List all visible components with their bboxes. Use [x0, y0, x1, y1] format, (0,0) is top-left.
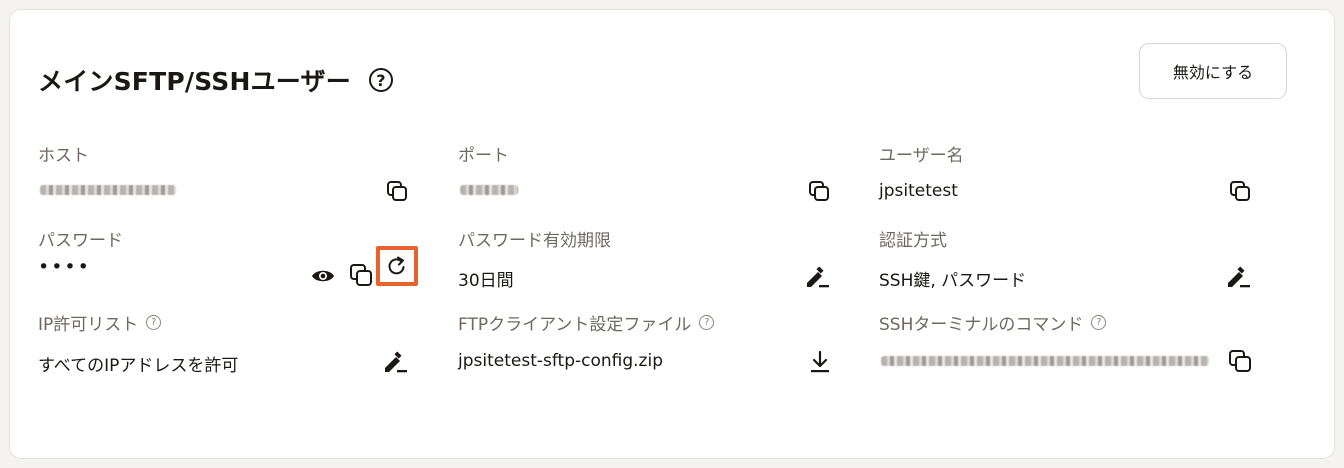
username-value: jpsitetest — [879, 181, 958, 201]
disable-button[interactable]: 無効にする — [1139, 43, 1287, 99]
help-icon[interactable]: ? — [1091, 315, 1107, 330]
help-icon[interactable]: ? — [368, 68, 393, 92]
copy-icon[interactable] — [348, 262, 374, 288]
eye-icon[interactable] — [310, 263, 336, 289]
password-expiry-value: 30日間 — [458, 271, 514, 291]
help-icon[interactable]: ? — [699, 315, 715, 330]
ip-allowlist-label: IP許可リスト ? — [38, 310, 162, 335]
password-label: パスワード — [38, 231, 123, 251]
host-value-redacted — [40, 185, 176, 195]
password-expiry-label: パスワード有効期限 — [458, 231, 611, 251]
port-label: ポート — [458, 146, 509, 166]
ftp-config-value: jpsitetest-sftp-config.zip — [458, 351, 663, 371]
download-icon[interactable] — [807, 349, 833, 375]
edit-icon[interactable] — [382, 349, 408, 375]
auth-method-label: 認証方式 — [879, 231, 947, 251]
ip-allowlist-label-text: IP許可リスト — [38, 315, 139, 335]
ip-allowlist-value: すべてのIPアドレスを許可 — [38, 356, 239, 376]
ssh-command-value-redacted — [881, 356, 1209, 366]
ssh-command-label: SSHターミナルのコマンド ? — [879, 310, 1107, 335]
page-title: メインSFTP/SSHユーザー — [38, 67, 351, 96]
highlight-box — [376, 246, 418, 286]
host-label: ホスト — [38, 146, 89, 166]
auth-method-value: SSH鍵, パスワード — [879, 271, 1027, 291]
edit-icon[interactable] — [804, 264, 830, 290]
copy-icon[interactable] — [1227, 348, 1253, 374]
edit-icon[interactable] — [1225, 264, 1251, 290]
ftp-config-label-text: FTPクライアント設定ファイル — [458, 315, 692, 335]
password-value: •••• — [38, 256, 91, 278]
help-icon[interactable]: ? — [146, 315, 162, 330]
copy-icon[interactable] — [1227, 178, 1253, 204]
copy-icon[interactable] — [806, 178, 832, 204]
ftp-config-label: FTPクライアント設定ファイル ? — [458, 310, 715, 335]
username-label: ユーザー名 — [879, 146, 964, 166]
title-row: メインSFTP/SSHユーザー ? — [38, 62, 393, 98]
copy-icon[interactable] — [384, 178, 410, 204]
ssh-command-label-text: SSHターミナルのコマンド — [879, 315, 1084, 335]
port-value-redacted — [460, 185, 518, 195]
